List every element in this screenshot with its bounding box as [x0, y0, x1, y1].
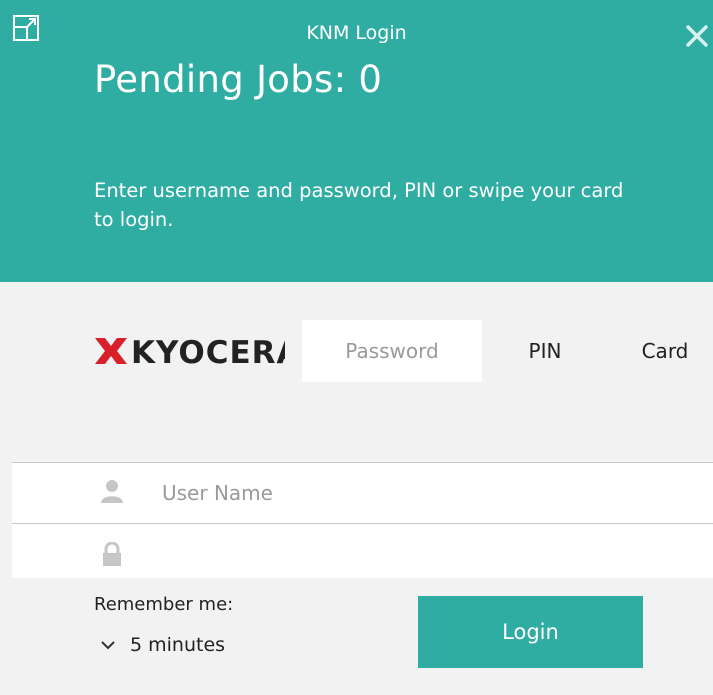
chevron-down-icon [101, 641, 115, 650]
remember-me-label: Remember me: [94, 594, 234, 615]
login-button[interactable]: Login [418, 596, 643, 668]
user-icon [101, 480, 123, 503]
username-field[interactable]: User Name [12, 462, 713, 524]
remember-duration-select[interactable]: 5 minutes [100, 634, 225, 656]
svg-text:KYOCERA: KYOCERA [131, 335, 285, 368]
login-instructions: Enter username and password, PIN or swip… [94, 179, 624, 231]
close-icon[interactable] [685, 24, 709, 48]
pending-jobs-heading: Pending Jobs: 0 [94, 58, 383, 101]
username-placeholder: User Name [162, 481, 273, 505]
kyocera-logo: KYOCERA [95, 335, 285, 368]
tab-pin[interactable]: PIN [505, 320, 585, 382]
tab-password[interactable]: Password [302, 320, 482, 382]
password-field[interactable] [12, 524, 713, 578]
tab-card[interactable]: Card [620, 320, 710, 382]
window-title: KNM Login [306, 22, 407, 44]
header-panel: KNM Login Pending Jobs: 0 Enter username… [0, 0, 713, 282]
remember-duration-value: 5 minutes [130, 634, 226, 656]
lock-icon [103, 542, 121, 566]
